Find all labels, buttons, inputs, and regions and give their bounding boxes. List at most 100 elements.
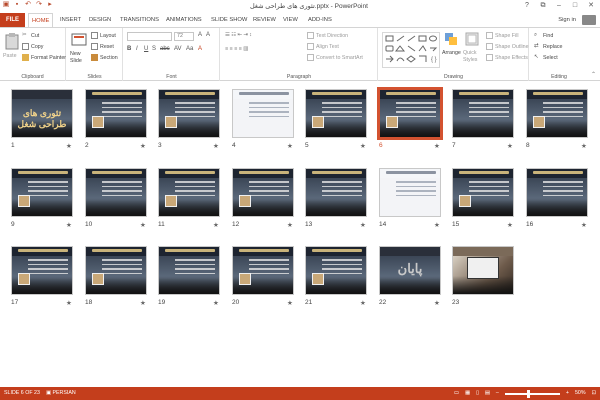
slide-thumbnail-21[interactable]	[305, 246, 367, 295]
slide-thumbnail-12[interactable]	[232, 168, 294, 217]
transition-star-icon[interactable]: ★	[140, 142, 146, 150]
undo-icon[interactable]: ↶	[24, 1, 32, 9]
transition-star-icon[interactable]: ★	[287, 299, 293, 307]
transition-star-icon[interactable]: ★	[581, 221, 587, 229]
slide-thumbnail-16[interactable]	[526, 168, 588, 217]
bullets-button[interactable]: ☰ ☷ ⇤ ⇥ ↕	[225, 32, 252, 38]
save-icon[interactable]: ▪	[13, 1, 21, 9]
zoom-slider[interactable]	[504, 389, 560, 398]
transition-star-icon[interactable]: ★	[434, 142, 440, 150]
transition-star-icon[interactable]: ★	[140, 221, 146, 229]
tab-slide-show[interactable]: SLIDE SHOW	[208, 13, 250, 27]
language-indicator[interactable]: ▣ PERSIAN	[46, 387, 76, 400]
slide-thumbnail-17[interactable]	[11, 246, 73, 295]
shape-fill-button[interactable]: Shape Fill	[486, 32, 519, 39]
slide-thumbnail-22[interactable]: پایان	[379, 246, 441, 295]
reading-view-icon[interactable]: ▯	[476, 387, 479, 400]
quick-styles-button[interactable]: Quick Styles	[463, 50, 485, 64]
transition-star-icon[interactable]: ★	[434, 221, 440, 229]
new-slide-icon[interactable]	[71, 31, 87, 49]
zoom-out-button[interactable]: –	[496, 387, 499, 400]
transition-star-icon[interactable]: ★	[66, 299, 72, 307]
zoom-in-button[interactable]: +	[566, 387, 569, 400]
copy-button[interactable]: Copy	[22, 43, 43, 50]
tab-insert[interactable]: INSERT	[57, 13, 84, 27]
tab-animations[interactable]: ANIMATIONS	[163, 13, 205, 27]
bold-button[interactable]: B	[127, 46, 131, 52]
find-button[interactable]: ⌕ Find	[534, 32, 553, 39]
spacing-button[interactable]: AV	[174, 46, 182, 52]
select-button[interactable]: ↖ Select	[534, 54, 558, 61]
paste-icon[interactable]	[4, 32, 20, 50]
font-size-select[interactable]: 72	[174, 32, 194, 41]
slide-thumbnail-1[interactable]: تئوری های طراحی شغل	[11, 89, 73, 138]
transition-star-icon[interactable]: ★	[213, 142, 219, 150]
normal-view-icon[interactable]: ▭	[454, 387, 459, 400]
grow-font-button[interactable]: A	[198, 32, 202, 38]
tab-design[interactable]: DESIGN	[86, 13, 114, 27]
transition-star-icon[interactable]: ★	[434, 299, 440, 307]
reset-button[interactable]: Reset	[91, 43, 114, 50]
transition-star-icon[interactable]: ★	[66, 221, 72, 229]
help-icon[interactable]: ?	[520, 0, 534, 11]
slideshow-view-icon[interactable]: ▤	[485, 387, 490, 400]
slide-thumbnail-14[interactable]	[379, 168, 441, 217]
italic-button[interactable]: I	[136, 46, 138, 52]
start-slideshow-icon[interactable]: ▸	[46, 1, 54, 9]
slide-thumbnail-18[interactable]	[85, 246, 147, 295]
slide-thumbnail-5[interactable]	[305, 89, 367, 138]
ribbon-display-icon[interactable]: ⧉	[536, 0, 550, 11]
slide-thumbnail-2[interactable]	[85, 89, 147, 138]
transition-star-icon[interactable]: ★	[360, 221, 366, 229]
zoom-slider-thumb[interactable]	[526, 389, 530, 398]
transition-star-icon[interactable]: ★	[360, 299, 366, 307]
quick-styles-icon[interactable]	[465, 32, 479, 46]
shape-effects-button[interactable]: Shape Effects	[486, 54, 528, 61]
transition-star-icon[interactable]: ★	[213, 299, 219, 307]
slide-thumbnail-9[interactable]	[11, 168, 73, 217]
convert-smartart-button[interactable]: Convert to SmartArt	[307, 54, 363, 61]
transition-star-icon[interactable]: ★	[287, 221, 293, 229]
arrange-button[interactable]: Arrange	[442, 50, 461, 56]
slide-sorter-view-icon[interactable]: ▦	[465, 387, 470, 400]
slide-thumbnail-10[interactable]	[85, 168, 147, 217]
shapes-gallery[interactable]: { }	[382, 32, 440, 68]
maximize-button[interactable]: □	[568, 0, 582, 11]
transition-star-icon[interactable]: ★	[287, 142, 293, 150]
alignment-buttons[interactable]: ≡ ≡ ≡ ≡ ▥	[225, 46, 248, 52]
layout-button[interactable]: Layout	[91, 32, 116, 39]
align-text-button[interactable]: Align Text	[307, 43, 339, 50]
paste-button[interactable]: Paste	[3, 53, 17, 59]
avatar[interactable]	[582, 15, 596, 25]
slide-thumbnail-7[interactable]	[452, 89, 514, 138]
transition-star-icon[interactable]: ★	[213, 221, 219, 229]
tab-view[interactable]: VIEW	[280, 13, 301, 27]
font-name-select[interactable]	[127, 32, 172, 41]
slide-thumbnail-3[interactable]	[158, 89, 220, 138]
strikethrough-button[interactable]: abc	[160, 46, 170, 52]
close-button[interactable]: ✕	[584, 0, 598, 11]
slide-thumbnail-20[interactable]	[232, 246, 294, 295]
transition-star-icon[interactable]: ★	[507, 142, 513, 150]
replace-button[interactable]: ⇄ Replace	[534, 43, 562, 50]
slide-thumbnail-15[interactable]	[452, 168, 514, 217]
tab-home[interactable]: HOME	[28, 13, 54, 28]
zoom-level[interactable]: 50%	[575, 387, 586, 400]
fit-to-window-icon[interactable]: ⊡	[592, 387, 596, 400]
cut-button[interactable]: ✂ Cut	[22, 32, 39, 39]
minimize-button[interactable]: –	[552, 0, 566, 11]
redo-icon[interactable]: ↷	[35, 1, 43, 9]
tab-transitions[interactable]: TRANSITIONS	[117, 13, 162, 27]
tab-review[interactable]: REVIEW	[250, 13, 279, 27]
new-slide-button[interactable]: New Slide	[70, 51, 90, 65]
font-color-button[interactable]: A	[198, 46, 202, 52]
change-case-button[interactable]: Aa	[186, 46, 193, 52]
arrange-icon[interactable]	[444, 32, 458, 46]
format-painter-button[interactable]: Format Painter	[22, 54, 66, 61]
shape-outline-button[interactable]: Shape Outline	[486, 43, 529, 50]
slide-thumbnail-11[interactable]	[158, 168, 220, 217]
transition-star-icon[interactable]: ★	[140, 299, 146, 307]
sign-in-link[interactable]: Sign in	[558, 13, 576, 27]
slide-thumbnail-19[interactable]	[158, 246, 220, 295]
collapse-ribbon-icon[interactable]: ⌃	[591, 71, 596, 78]
